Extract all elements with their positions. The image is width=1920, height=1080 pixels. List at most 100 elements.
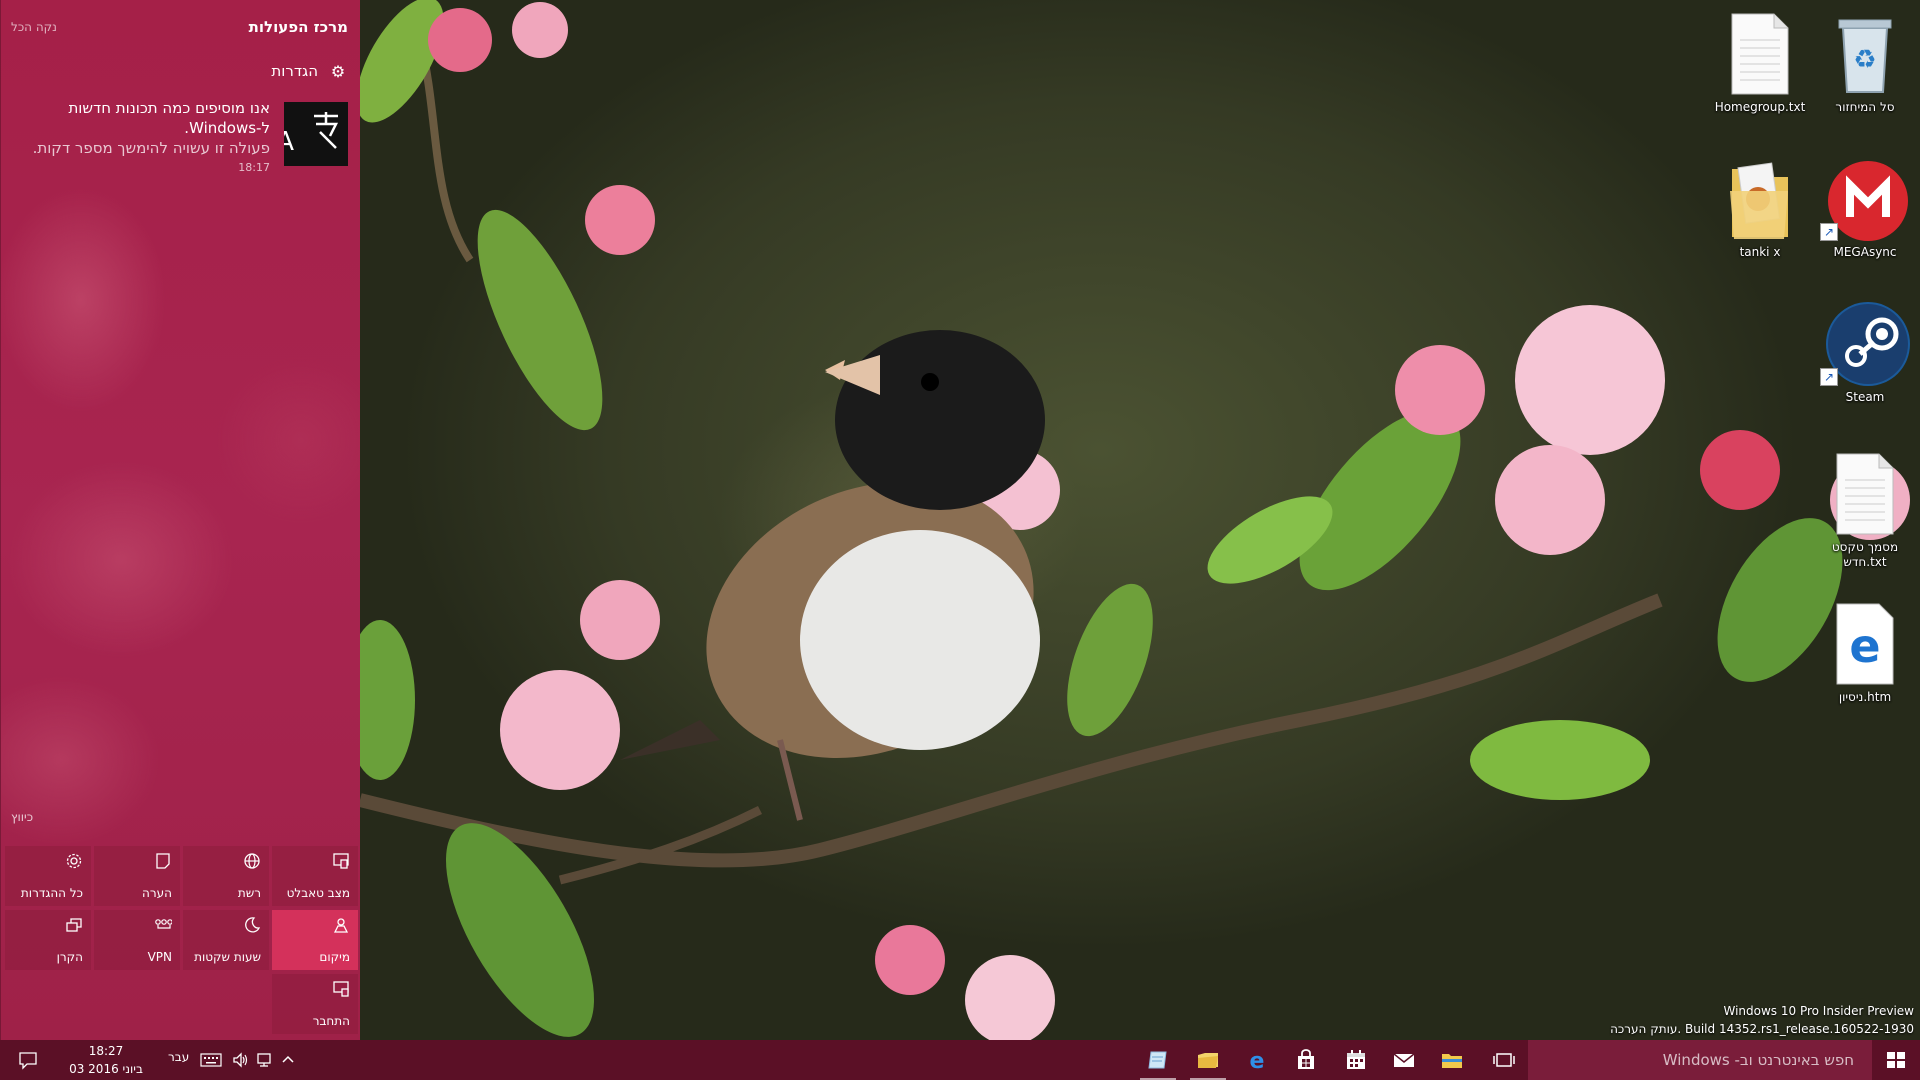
- tile-label: שעות שקטות: [194, 950, 261, 964]
- taskbar: חפש באינטרנט וב- Windows e עבר 18:27 03 …: [0, 1040, 1920, 1080]
- start-button[interactable]: [1872, 1040, 1920, 1080]
- mail-icon: [1393, 1053, 1415, 1067]
- steam-icon: ↗: [1820, 300, 1910, 386]
- quick-action-location[interactable]: מיקום: [272, 910, 358, 970]
- notification-group-header[interactable]: ⚙ הגדרות: [11, 62, 348, 84]
- desktop-icon-label: MEGAsync: [1833, 245, 1897, 259]
- taskbar-file-explorer[interactable]: [1428, 1040, 1476, 1080]
- taskbar-store[interactable]: [1282, 1040, 1330, 1080]
- taskbar-edge[interactable]: e: [1233, 1040, 1281, 1080]
- clock-date: 03 ביוני 2016: [69, 1062, 143, 1076]
- taskbar-calendar[interactable]: [1332, 1040, 1380, 1080]
- task-view-button[interactable]: [1480, 1040, 1528, 1080]
- tile-label: מיקום: [319, 950, 350, 964]
- action-center-icon[interactable]: [18, 1050, 38, 1070]
- tablet-mode-icon: [333, 853, 349, 869]
- shortcut-arrow-icon: ↗: [1820, 368, 1838, 386]
- tile-label: רשת: [237, 886, 261, 900]
- desktop-icon-label: Steam: [1845, 390, 1885, 404]
- desktop-icon-recycle-bin[interactable]: ♻ סל המיחזור: [1810, 10, 1920, 115]
- calendar-icon: [1347, 1050, 1365, 1069]
- volume-icon[interactable]: [232, 1052, 250, 1068]
- text-file-icon: [1829, 450, 1901, 536]
- taskbar-clock[interactable]: 18:27 03 ביוני 2016: [56, 1042, 156, 1078]
- quick-action-all-settings[interactable]: כל ההגדרות: [5, 846, 91, 906]
- desktop-icon-label: ניסיון.htm: [1838, 690, 1892, 704]
- connect-icon: [333, 981, 349, 997]
- collapse-link[interactable]: כיווץ: [11, 810, 33, 824]
- file-explorer-icon: [1442, 1054, 1462, 1068]
- desktop-icon-label: סל המיחזור: [1835, 100, 1895, 114]
- search-placeholder: חפש באינטרנט וב- Windows: [1662, 1051, 1854, 1069]
- action-center-panel: מרכז הפעולות נקה הכל ⚙ הגדרות A אנו מוסי…: [0, 0, 360, 1040]
- quick-action-quiet-hours[interactable]: שעות שקטות: [183, 910, 269, 970]
- quick-action-tablet-mode[interactable]: מצב טאבלט: [272, 846, 358, 906]
- notification-group-label: הגדרות: [271, 62, 318, 80]
- project-icon: [66, 918, 82, 932]
- svg-text:e: e: [1250, 1049, 1265, 1072]
- shortcut-arrow-icon: ↗: [1820, 223, 1838, 241]
- desktop-icon-megasync[interactable]: ↗ MEGAsync: [1810, 155, 1920, 260]
- folder-icon: [1724, 155, 1796, 241]
- folder-icon: [1198, 1053, 1218, 1068]
- notification-title-line2: ל-Windows.: [184, 119, 270, 137]
- clock-time: 18:27: [88, 1044, 124, 1058]
- clear-all-link[interactable]: נקה הכל: [11, 20, 57, 34]
- language-feature-icon: A: [276, 102, 348, 166]
- tile-label: התחבר: [312, 1014, 350, 1028]
- action-center-header: מרכז הפעולות נקה הכל: [11, 18, 348, 40]
- network-wired-icon[interactable]: [256, 1052, 274, 1068]
- svg-text:♻: ♻: [1853, 45, 1876, 75]
- notification-card[interactable]: A אנו מוסיפים כמה תכונות חדשות ל-Windows…: [11, 98, 348, 178]
- edge-icon: e: [1250, 1049, 1265, 1072]
- tile-label: הקרן: [56, 950, 83, 964]
- taskbar-notes-app[interactable]: [1134, 1040, 1182, 1080]
- action-center-title: מרכז הפעולות: [248, 18, 348, 36]
- tile-label: כל ההגדרות: [20, 886, 83, 900]
- quick-actions-grid: מצב טאבלט רשת הערה כל ההגדרות מיקום שעות…: [5, 846, 359, 1036]
- taskbar-mail[interactable]: [1380, 1040, 1428, 1080]
- watermark-build: עותק הערכה. Build 14352.rs1_release.1605…: [1610, 1022, 1914, 1036]
- search-box[interactable]: חפש באינטרנט וב- Windows: [1528, 1040, 1872, 1080]
- notification-title: אנו מוסיפים כמה תכונות חדשות: [68, 99, 270, 117]
- desktop-icon-test-htm[interactable]: e ניסיון.htm: [1810, 600, 1920, 705]
- system-tray: עבר 18:27 03 ביוני 2016: [0, 1040, 320, 1080]
- desktop-icon-label: tanki x: [1739, 245, 1781, 259]
- recycle-bin-icon: ♻: [1829, 10, 1901, 96]
- desktop-icon-label: Homegroup.txt: [1714, 100, 1806, 114]
- chevron-up-icon[interactable]: [280, 1052, 296, 1068]
- svg-text:A: A: [284, 127, 294, 157]
- desktop-icon-homegroup[interactable]: Homegroup.txt: [1705, 10, 1815, 115]
- svg-text:e: e: [1849, 619, 1880, 673]
- input-language-indicator[interactable]: עבר: [168, 1050, 189, 1064]
- desktop-icon-tanki-x[interactable]: tanki x: [1705, 155, 1815, 260]
- settings-gear-icon: ⚙: [330, 62, 346, 81]
- notification-time: 18:17: [238, 161, 270, 174]
- quiet-hours-icon: [245, 917, 261, 933]
- watermark-edition: Windows 10 Pro Insider Preview: [1723, 1004, 1914, 1018]
- store-icon: [1298, 1049, 1314, 1069]
- quick-action-connect[interactable]: התחבר: [272, 974, 358, 1034]
- network-icon: [244, 853, 260, 869]
- tile-label: מצב טאבלט: [286, 886, 350, 900]
- notification-text: אנו מוסיפים כמה תכונות חדשות ל-Windows. …: [11, 98, 270, 178]
- quick-action-vpn[interactable]: VPN: [94, 910, 180, 970]
- quick-action-note[interactable]: הערה: [94, 846, 180, 906]
- task-view-icon: [1493, 1053, 1515, 1067]
- vpn-icon: [155, 919, 172, 929]
- note-icon: [156, 853, 170, 869]
- edge-file-icon: e: [1829, 600, 1901, 686]
- taskbar-folder-app[interactable]: [1184, 1040, 1232, 1080]
- desktop-icon-steam[interactable]: ↗ Steam: [1810, 300, 1920, 405]
- quick-action-network[interactable]: רשת: [183, 846, 269, 906]
- mega-icon: ↗: [1820, 155, 1910, 241]
- quick-action-project[interactable]: הקרן: [5, 910, 91, 970]
- keyboard-icon[interactable]: [200, 1053, 222, 1067]
- desktop-icon-new-text-file[interactable]: מסמך טקסט חדש.txt: [1810, 450, 1920, 570]
- text-file-icon: [1724, 10, 1796, 96]
- notes-app-icon: [1148, 1051, 1167, 1069]
- location-icon: [333, 918, 349, 933]
- tile-label: הערה: [142, 886, 172, 900]
- build-watermark: Windows 10 Pro Insider Preview עותק הערכ…: [1610, 1002, 1914, 1038]
- windows-logo-icon: [1887, 1052, 1905, 1068]
